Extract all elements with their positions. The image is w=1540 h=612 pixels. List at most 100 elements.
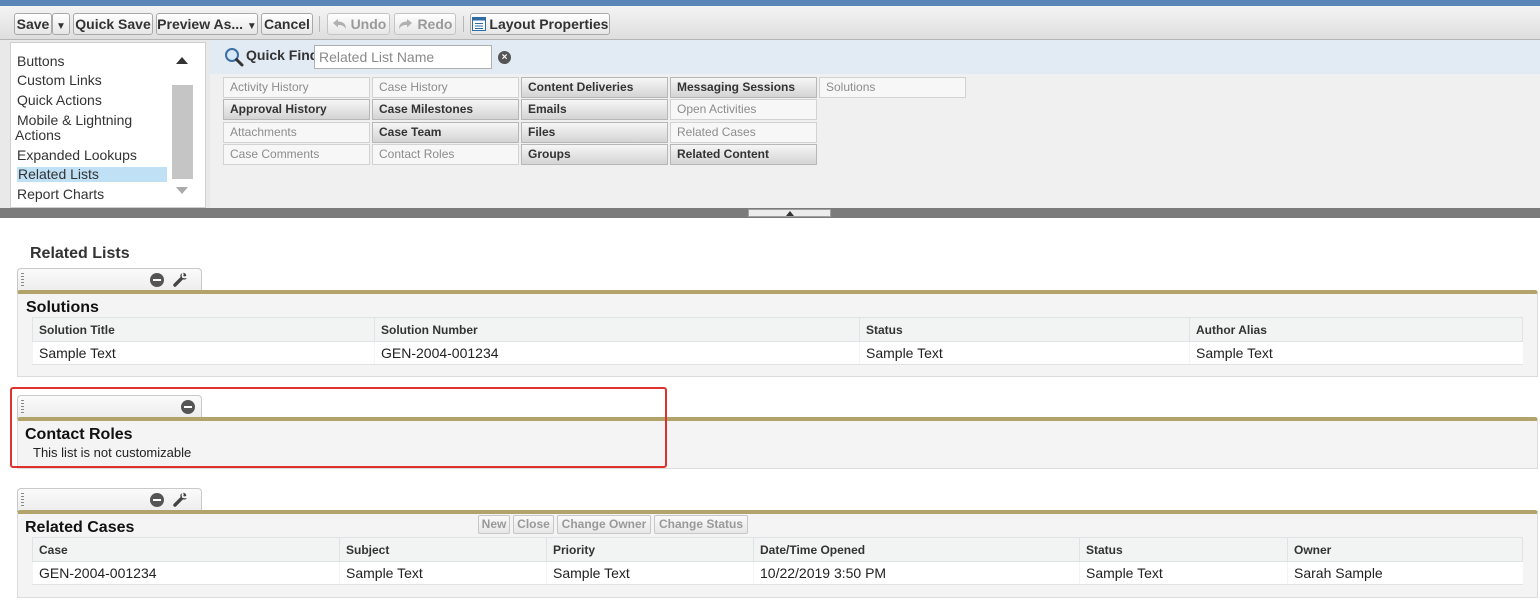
palette-item-contact-roles[interactable]: Contact Roles — [372, 144, 519, 165]
table-cell: GEN-2004-001234 — [32, 561, 340, 585]
remove-icon[interactable] — [150, 493, 164, 507]
category-mobile-lightning-actions[interactable]: Mobile & Lightning — [17, 113, 132, 128]
column-header: Priority — [546, 537, 754, 562]
palette-items-area: Quick Find × Activity History Approval H… — [210, 40, 1540, 208]
redo-button[interactable]: Redo — [394, 13, 456, 35]
solutions-title: Solutions — [26, 299, 99, 316]
palette-item-attachments[interactable]: Attachments — [223, 122, 370, 143]
table-cell: Sample Text — [339, 561, 547, 585]
save-button[interactable]: Save — [14, 13, 52, 35]
undo-label: Undo — [350, 16, 387, 32]
palette-item-case-history[interactable]: Case History — [372, 77, 519, 98]
search-icon — [225, 48, 244, 67]
column-header: Date/Time Opened — [753, 537, 1080, 562]
quick-save-button[interactable]: Quick Save — [73, 13, 153, 35]
category-mobile-lightning-actions-line2[interactable]: Actions — [15, 128, 61, 143]
solutions-table: Solution Title Solution Number Status Au… — [32, 317, 1523, 365]
category-quick-actions[interactable]: Quick Actions — [17, 93, 102, 108]
preview-as-button[interactable]: Preview As... ▼ — [156, 13, 258, 35]
column-header: Solution Title — [32, 317, 375, 342]
palette-item-case-milestones[interactable]: Case Milestones — [372, 99, 519, 120]
related-cases-handle[interactable] — [17, 488, 202, 512]
table-header-row: Solution Title Solution Number Status Au… — [32, 317, 1523, 342]
toolbar: Save ▼ Quick Save Preview As... ▼ Cancel… — [0, 6, 1540, 40]
column-header: Status — [1079, 537, 1288, 562]
chevron-down-icon: ▼ — [56, 21, 66, 32]
close-button[interactable]: Close — [513, 515, 554, 534]
palette-item-related-content[interactable]: Related Content — [670, 144, 817, 165]
table-cell: Sample Text — [32, 341, 375, 365]
quick-find-bar: Quick Find × — [210, 40, 1540, 74]
toolbar-divider — [463, 16, 464, 32]
change-owner-button[interactable]: Change Owner — [557, 515, 651, 534]
category-expanded-lookups[interactable]: Expanded Lookups — [17, 148, 137, 163]
table-header-row: Case Subject Priority Date/Time Opened S… — [32, 537, 1523, 562]
undo-icon — [332, 19, 346, 29]
palette-item-files[interactable]: Files — [521, 122, 668, 143]
scroll-down-arrow-icon[interactable] — [176, 187, 188, 194]
column-header: Solution Number — [374, 317, 860, 342]
redo-label: Redo — [417, 16, 453, 32]
table-cell: Sample Text — [546, 561, 754, 585]
layout-properties-button[interactable]: Layout Properties — [470, 13, 610, 35]
palette-item-content-deliveries[interactable]: Content Deliveries — [521, 77, 668, 98]
related-cases-related-list: Related Cases Case Subject Priority Date… — [17, 510, 1538, 598]
palette-item-emails[interactable]: Emails — [521, 99, 668, 120]
quick-find-label: Quick Find — [246, 47, 319, 63]
table-cell: Sample Text — [859, 341, 1190, 365]
palette: Buttons Custom Links Quick Actions Mobil… — [0, 40, 1540, 210]
category-custom-links[interactable]: Custom Links — [17, 73, 102, 88]
palette-item-open-activities[interactable]: Open Activities — [670, 99, 817, 120]
column-header: Case — [32, 537, 340, 562]
column-header: Owner — [1287, 537, 1523, 562]
table-cell: Sarah Sample — [1287, 561, 1523, 585]
column-header: Status — [859, 317, 1190, 342]
column-header: Author Alias — [1189, 317, 1523, 342]
quick-find-input[interactable] — [314, 45, 492, 69]
palette-item-activity-history[interactable]: Activity History — [223, 77, 370, 98]
palette-item-messaging-sessions[interactable]: Messaging Sessions — [670, 77, 817, 98]
chevron-down-icon: ▼ — [246, 21, 257, 32]
related-cases-title: Related Cases — [25, 519, 135, 536]
palette-category-list: Buttons Custom Links Quick Actions Mobil… — [10, 42, 206, 208]
table-cell: GEN-2004-001234 — [374, 341, 860, 365]
clear-icon[interactable]: × — [498, 51, 511, 64]
category-report-charts[interactable]: Report Charts — [17, 187, 104, 202]
solutions-handle[interactable] — [17, 268, 202, 292]
drag-grip-icon[interactable] — [21, 273, 24, 287]
table-row: GEN-2004-001234 Sample Text Sample Text … — [32, 561, 1523, 585]
highlight-annotation — [10, 387, 667, 468]
cancel-button[interactable]: Cancel — [261, 13, 313, 35]
category-scrollbar[interactable] — [171, 51, 193, 201]
collapse-arrow-icon — [786, 211, 794, 216]
category-buttons[interactable]: Buttons — [17, 54, 64, 69]
category-related-lists[interactable]: Related Lists — [17, 167, 167, 182]
layout-properties-icon — [471, 17, 486, 31]
wrench-icon[interactable] — [172, 272, 188, 288]
palette-item-groups[interactable]: Groups — [521, 144, 668, 165]
palette-item-related-cases[interactable]: Related Cases — [670, 122, 817, 143]
new-button[interactable]: New — [478, 515, 510, 534]
save-dropdown-button[interactable]: ▼ — [52, 13, 70, 35]
related-cases-table: Case Subject Priority Date/Time Opened S… — [32, 537, 1523, 585]
remove-icon[interactable] — [150, 273, 164, 287]
table-cell: Sample Text — [1189, 341, 1523, 365]
table-cell: Sample Text — [1079, 561, 1288, 585]
preview-as-label: Preview As... — [157, 16, 244, 32]
layout-properties-label: Layout Properties — [489, 16, 609, 32]
palette-item-case-comments[interactable]: Case Comments — [223, 144, 370, 165]
scrollbar-thumb[interactable] — [172, 85, 193, 179]
change-status-button[interactable]: Change Status — [654, 515, 748, 534]
section-title: Related Lists — [30, 245, 130, 262]
drag-grip-icon[interactable] — [21, 493, 24, 507]
table-row: Sample Text GEN-2004-001234 Sample Text … — [32, 341, 1523, 365]
scroll-up-arrow-icon[interactable] — [176, 57, 188, 64]
palette-item-case-team[interactable]: Case Team — [372, 122, 519, 143]
palette-item-approval-history[interactable]: Approval History — [223, 99, 370, 120]
collapse-palette-tab[interactable] — [748, 209, 831, 217]
redo-icon — [398, 19, 412, 29]
palette-item-solutions[interactable]: Solutions — [819, 77, 966, 98]
undo-button[interactable]: Undo — [327, 13, 390, 35]
solutions-related-list: Solutions Solution Title Solution Number… — [17, 290, 1538, 377]
wrench-icon[interactable] — [172, 492, 188, 508]
